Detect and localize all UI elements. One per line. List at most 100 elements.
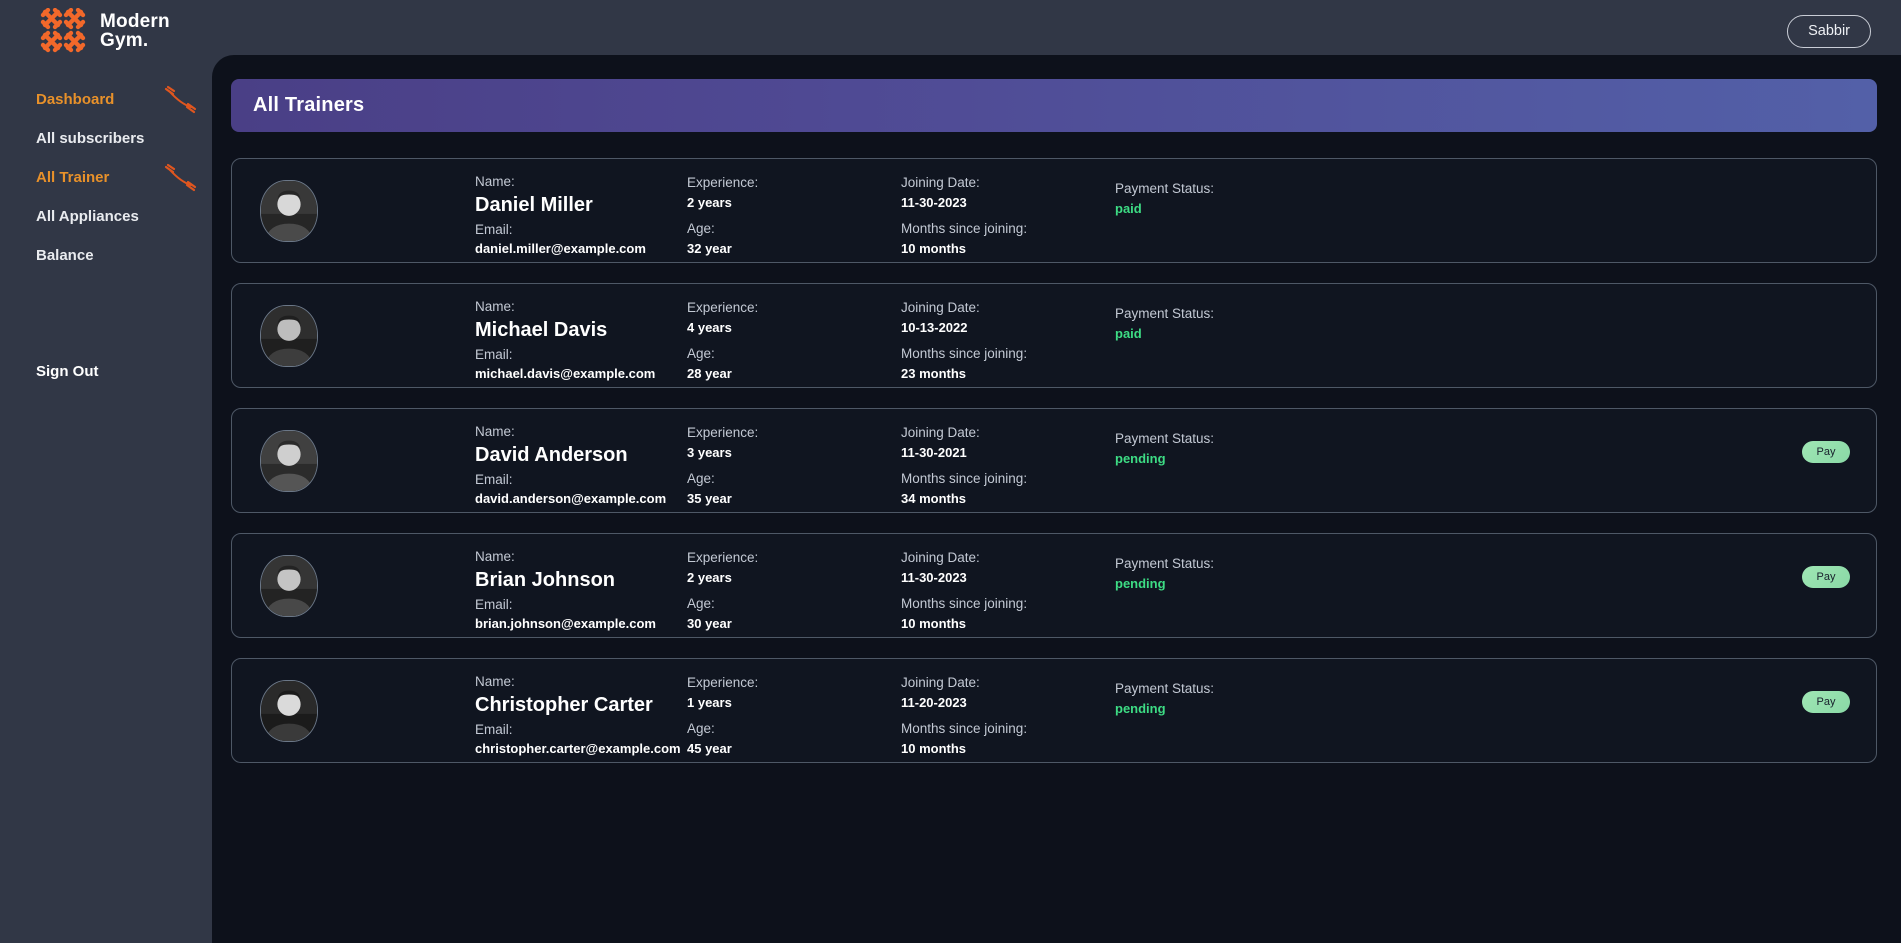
experience-label: Experience:	[687, 674, 759, 690]
page-title: All Trainers	[253, 94, 365, 116]
sidebar-item-label: All Appliances	[36, 208, 139, 225]
experience-label: Experience:	[687, 549, 759, 565]
pay-button[interactable]: Pay	[1802, 441, 1850, 463]
trainer-joining-date: 11-30-2023	[901, 194, 967, 210]
trainer-details: Name: David Anderson Email: david.anders…	[318, 413, 1876, 509]
trainer-months-since: 23 months	[901, 365, 967, 381]
trainer-experience: 2 years	[687, 569, 732, 585]
status-badge: pending	[1115, 700, 1166, 716]
name-label: Name:	[475, 548, 515, 564]
trainer-age: 28 year	[687, 365, 732, 381]
months-since-label: Months since joining:	[901, 470, 1028, 486]
trainer-experience: 2 years	[687, 194, 732, 210]
sidebar-item-all-trainer[interactable]: All Trainer	[0, 158, 212, 197]
trainer-email: michael.davis@example.com	[475, 365, 656, 381]
trainer-card: Name: Brian Johnson Email: brian.johnson…	[231, 533, 1877, 638]
status-badge: pending	[1115, 575, 1166, 591]
trainer-joining-date: 11-30-2023	[901, 569, 967, 585]
trainer-name: Michael Davis	[475, 318, 608, 341]
trainer-joining-date: 11-20-2023	[901, 694, 967, 710]
name-label: Name:	[475, 173, 515, 189]
main-content: All Trainers Name: Daniel Miller Email: …	[212, 55, 1901, 943]
trainer-name-column: Name: David Anderson Email: david.anders…	[475, 419, 687, 509]
trainer-months-since: 34 months	[901, 490, 967, 506]
name-label: Name:	[475, 298, 515, 314]
trainer-name: David Anderson	[475, 443, 628, 466]
name-label: Name:	[475, 673, 515, 689]
sidebar-item-label: All Trainer	[36, 169, 110, 186]
status-badge: pending	[1115, 450, 1166, 466]
trainer-joining-date: 11-30-2021	[901, 444, 967, 460]
age-label: Age:	[687, 595, 715, 611]
trainer-email: christopher.carter@example.com	[475, 740, 681, 756]
joining-date-label: Joining Date:	[901, 174, 980, 190]
sidebar-item-label: Balance	[36, 247, 94, 264]
trainer-months-since: 10 months	[901, 240, 967, 256]
sidebar-item-all-appliances[interactable]: All Appliances	[0, 197, 212, 236]
dumbbell-icon	[164, 85, 198, 115]
trainer-joining-column: Joining Date: 11-30-2023 Months since jo…	[901, 544, 1115, 634]
top-bar: Modern Gym. Sabbir	[0, 0, 1901, 62]
brand-line-2: Gym.	[100, 30, 149, 51]
trainer-age: 32 year	[687, 240, 732, 256]
user-menu-button[interactable]: Sabbir	[1787, 15, 1871, 48]
trainer-months-since: 10 months	[901, 740, 967, 756]
trainer-age: 30 year	[687, 615, 732, 631]
months-since-label: Months since joining:	[901, 345, 1028, 361]
payment-status-label: Payment Status:	[1115, 430, 1215, 446]
trainer-name-column: Name: Brian Johnson Email: brian.johnson…	[475, 544, 687, 634]
sign-out-button[interactable]: Sign Out	[0, 363, 212, 380]
trainer-name-column: Name: Michael Davis Email: michael.davis…	[475, 294, 687, 384]
trainer-joining-column: Joining Date: 10-13-2022 Months since jo…	[901, 294, 1115, 384]
trainer-payment-column: Payment Status: pending	[1115, 544, 1415, 594]
trainer-email: david.anderson@example.com	[475, 490, 667, 506]
trainer-email: daniel.miller@example.com	[475, 240, 646, 256]
trainer-joining-column: Joining Date: 11-20-2023 Months since jo…	[901, 669, 1115, 759]
months-since-label: Months since joining:	[901, 595, 1028, 611]
trainer-name: Christopher Carter	[475, 693, 653, 716]
trainer-joining-column: Joining Date: 11-30-2023 Months since jo…	[901, 169, 1115, 259]
trainer-name-column: Name: Christopher Carter Email: christop…	[475, 669, 687, 759]
trainer-name: Brian Johnson	[475, 568, 616, 591]
joining-date-label: Joining Date:	[901, 549, 980, 565]
email-label: Email:	[475, 721, 513, 737]
avatar	[260, 679, 318, 742]
brand-name: Modern Gym.	[100, 12, 170, 50]
pay-button[interactable]: Pay	[1802, 566, 1850, 588]
trainer-experience: 3 years	[687, 444, 732, 460]
name-label: Name:	[475, 423, 515, 439]
trainer-experience-column: Experience: 2 years Age: 30 year	[687, 544, 901, 634]
experience-label: Experience:	[687, 299, 759, 315]
trainer-card: Name: Christopher Carter Email: christop…	[231, 658, 1877, 763]
trainer-payment-column: Payment Status: paid	[1115, 294, 1415, 344]
sidebar-item-balance[interactable]: Balance	[0, 236, 212, 275]
payment-status-label: Payment Status:	[1115, 555, 1215, 571]
months-since-label: Months since joining:	[901, 720, 1028, 736]
pay-button[interactable]: Pay	[1802, 691, 1850, 713]
trainer-experience-column: Experience: 3 years Age: 35 year	[687, 419, 901, 509]
age-label: Age:	[687, 220, 715, 236]
status-badge: paid	[1115, 325, 1142, 341]
avatar	[260, 179, 318, 242]
age-label: Age:	[687, 345, 715, 361]
email-label: Email:	[475, 596, 513, 612]
trainer-details: Name: Daniel Miller Email: daniel.miller…	[318, 163, 1876, 259]
dumbbell-cross-logo-icon	[40, 7, 86, 54]
dumbbell-icon	[164, 163, 198, 193]
brand-logo[interactable]: Modern Gym.	[40, 7, 170, 54]
email-label: Email:	[475, 471, 513, 487]
trainer-joining-column: Joining Date: 11-30-2021 Months since jo…	[901, 419, 1115, 509]
sidebar-item-dashboard[interactable]: Dashboard	[0, 80, 212, 119]
trainer-email: brian.johnson@example.com	[475, 615, 656, 631]
trainer-details: Name: Christopher Carter Email: christop…	[318, 663, 1876, 759]
trainer-joining-date: 10-13-2022	[901, 319, 968, 335]
avatar	[260, 429, 318, 492]
trainer-name-column: Name: Daniel Miller Email: daniel.miller…	[475, 169, 687, 259]
brand-line-1: Modern	[100, 11, 170, 32]
trainer-list: Name: Daniel Miller Email: daniel.miller…	[231, 158, 1877, 763]
sidebar-item-all-subscribers[interactable]: All subscribers	[0, 119, 212, 158]
joining-date-label: Joining Date:	[901, 674, 980, 690]
trainer-name: Daniel Miller	[475, 193, 593, 216]
avatar	[260, 554, 318, 617]
trainer-age: 35 year	[687, 490, 732, 506]
